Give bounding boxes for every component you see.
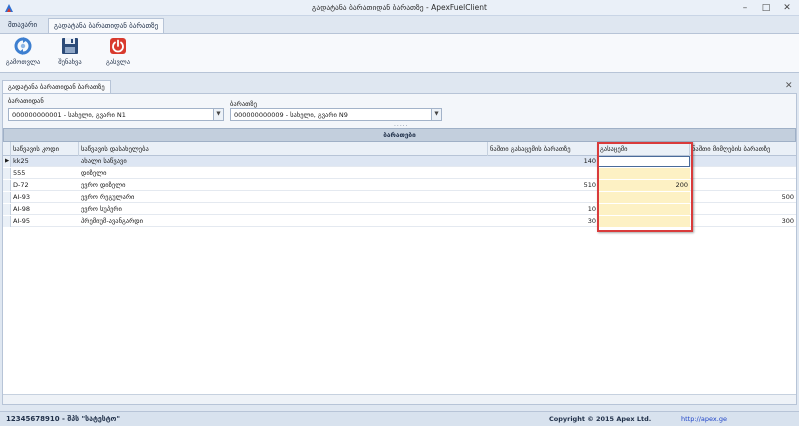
cell-transfer-input[interactable]	[598, 192, 690, 203]
row-selector[interactable]	[3, 192, 11, 203]
chevron-down-icon[interactable]: ▼	[431, 109, 441, 120]
from-card-value: 000000000001 - სახელი, გვარი N1	[12, 111, 126, 119]
cell-balance-to[interactable]	[690, 180, 796, 191]
table-row[interactable]: ▶ kk25 ახალი საწვავი 140	[3, 156, 796, 167]
splitter-handle[interactable]: .....	[394, 121, 409, 128]
cell-fuel-code[interactable]: AI-93	[11, 192, 79, 203]
window-title: გადატანა ბარათიდან ბარათზე - ApexFuelCli…	[312, 3, 487, 12]
calculate-label: გამოთვლა	[5, 58, 41, 66]
table-row[interactable]: AI-98 ევრო სუპერი 10	[3, 204, 796, 215]
title-bar: გადატანა ბარათიდან ბარათზე - ApexFuelCli…	[0, 0, 799, 16]
grid-header: საწვავის კოდი საწვავის დასახელება ნაშთი …	[3, 142, 796, 156]
ribbon-tab-strip: მთავარი გადატანა ბარათიდან ბარათზე	[0, 16, 799, 33]
cell-balance-from[interactable]: 10	[488, 204, 598, 215]
cell-balance-from[interactable]: 140	[488, 156, 598, 167]
cell-transfer-input[interactable]	[598, 168, 690, 179]
cell-fuel-name[interactable]: ევრო დიზელი	[79, 180, 488, 191]
save-label: შენახვა	[58, 58, 82, 66]
cell-balance-to[interactable]	[690, 204, 796, 215]
cell-fuel-name[interactable]: ევრო რეგულარი	[79, 192, 488, 203]
to-card-label: ბარათზე	[230, 100, 257, 108]
cell-transfer-input[interactable]	[598, 156, 690, 167]
column-header-fuel-code[interactable]: საწვავის კოდი	[11, 142, 79, 156]
save-button[interactable]: შენახვა	[52, 36, 88, 72]
status-bar: 12345678910 - შპს "სატესტო" Copyright © …	[0, 411, 799, 426]
from-card-combobox[interactable]: 000000000001 - სახელი, გვარი N1 ▼	[8, 108, 224, 121]
column-header-balance-from[interactable]: ნაშთი გასაცემის ბარათზე	[488, 142, 598, 156]
current-row-arrow-icon: ▶	[5, 158, 10, 164]
status-copyright: Copyright © 2015 Apex Ltd.	[549, 415, 652, 423]
exit-button[interactable]: გასვლა	[100, 36, 136, 72]
floppy-save-icon	[62, 38, 78, 54]
row-selector[interactable]	[3, 216, 11, 227]
from-card-label: ბარათიდან	[8, 97, 44, 105]
cell-transfer-input[interactable]	[598, 216, 690, 227]
cell-fuel-name[interactable]: დიზელი	[79, 168, 488, 179]
cell-balance-to[interactable]: 500	[690, 192, 796, 203]
cell-balance-to[interactable]	[690, 156, 796, 167]
website-link[interactable]: http://apex.ge	[681, 415, 727, 423]
table-row[interactable]: AI-93 ევრო რეგულარი 500	[3, 192, 796, 203]
document-close-icon[interactable]: ✕	[785, 81, 793, 91]
column-header-transfer[interactable]: გასაცემი	[598, 142, 690, 156]
cell-fuel-code[interactable]: 555	[11, 168, 79, 179]
table-row[interactable]: D-72 ევრო დიზელი 510 200	[3, 180, 796, 191]
to-card-combobox[interactable]: 000000000009 - სახელი, გვარი N9 ▼	[230, 108, 442, 121]
cell-fuel-code[interactable]: kk25	[11, 156, 79, 167]
chevron-down-icon[interactable]: ▼	[213, 109, 223, 120]
row-selector[interactable]	[3, 180, 11, 191]
row-selector[interactable]	[3, 168, 11, 179]
row-selector[interactable]	[3, 204, 11, 215]
column-header-fuel-name[interactable]: საწვავის დასახელება	[79, 142, 488, 156]
exit-label: გასვლა	[105, 58, 131, 66]
cell-balance-to[interactable]: 300	[690, 216, 796, 227]
table-row[interactable]: AI-95 პრემიუმ-ავანგარდი 30 300	[3, 216, 796, 227]
refresh-calc-icon	[14, 37, 32, 55]
cell-balance-to[interactable]	[690, 168, 796, 179]
cell-fuel-code[interactable]: AI-98	[11, 204, 79, 215]
ribbon-tab-main[interactable]: მთავარი	[3, 18, 42, 33]
cell-balance-from[interactable]: 510	[488, 180, 598, 191]
cell-fuel-code[interactable]: AI-95	[11, 216, 79, 227]
grid-body: ▶ kk25 ახალი საწვავი 140 555 დიზელი D-72…	[3, 156, 796, 394]
close-window-button[interactable]: ✕	[777, 1, 797, 15]
maximize-button[interactable]: □	[756, 1, 776, 15]
row-selector[interactable]: ▶	[3, 156, 11, 167]
minimize-button[interactable]: –	[735, 1, 755, 15]
cell-balance-from[interactable]	[488, 168, 598, 179]
cell-fuel-name[interactable]: ევრო სუპერი	[79, 204, 488, 215]
column-header-balance-to[interactable]: ნაშთი მიმღების ბარათზე	[690, 142, 796, 156]
ribbon-separator	[0, 73, 799, 79]
cell-fuel-name[interactable]: პრემიუმ-ავანგარდი	[79, 216, 488, 227]
ribbon-tab-transfer[interactable]: გადატანა ბარათიდან ბარათზე	[48, 18, 165, 33]
cell-balance-from[interactable]: 30	[488, 216, 598, 227]
cell-fuel-name[interactable]: ახალი საწვავი	[79, 156, 488, 167]
calculate-button[interactable]: გამოთვლა	[5, 36, 41, 72]
cell-fuel-code[interactable]: D-72	[11, 180, 79, 191]
grid-group-title: ბარათები	[3, 128, 796, 142]
power-exit-icon	[110, 38, 126, 54]
status-user: 12345678910 - შპს "სატესტო"	[6, 415, 121, 423]
cell-transfer-input[interactable]	[598, 204, 690, 215]
header-row-selector	[3, 142, 11, 156]
table-row[interactable]: 555 დიზელი	[3, 168, 796, 179]
cell-transfer-input[interactable]: 200	[598, 180, 690, 191]
grid-footer	[3, 394, 796, 404]
ribbon-panel: გამოთვლა შენახვა გასვლა	[0, 33, 799, 73]
document-tab[interactable]: გადატანა ბარათიდან ბარათზე	[2, 80, 111, 94]
to-card-value: 000000000009 - სახელი, გვარი N9	[234, 111, 348, 119]
cell-balance-from[interactable]	[488, 192, 598, 203]
